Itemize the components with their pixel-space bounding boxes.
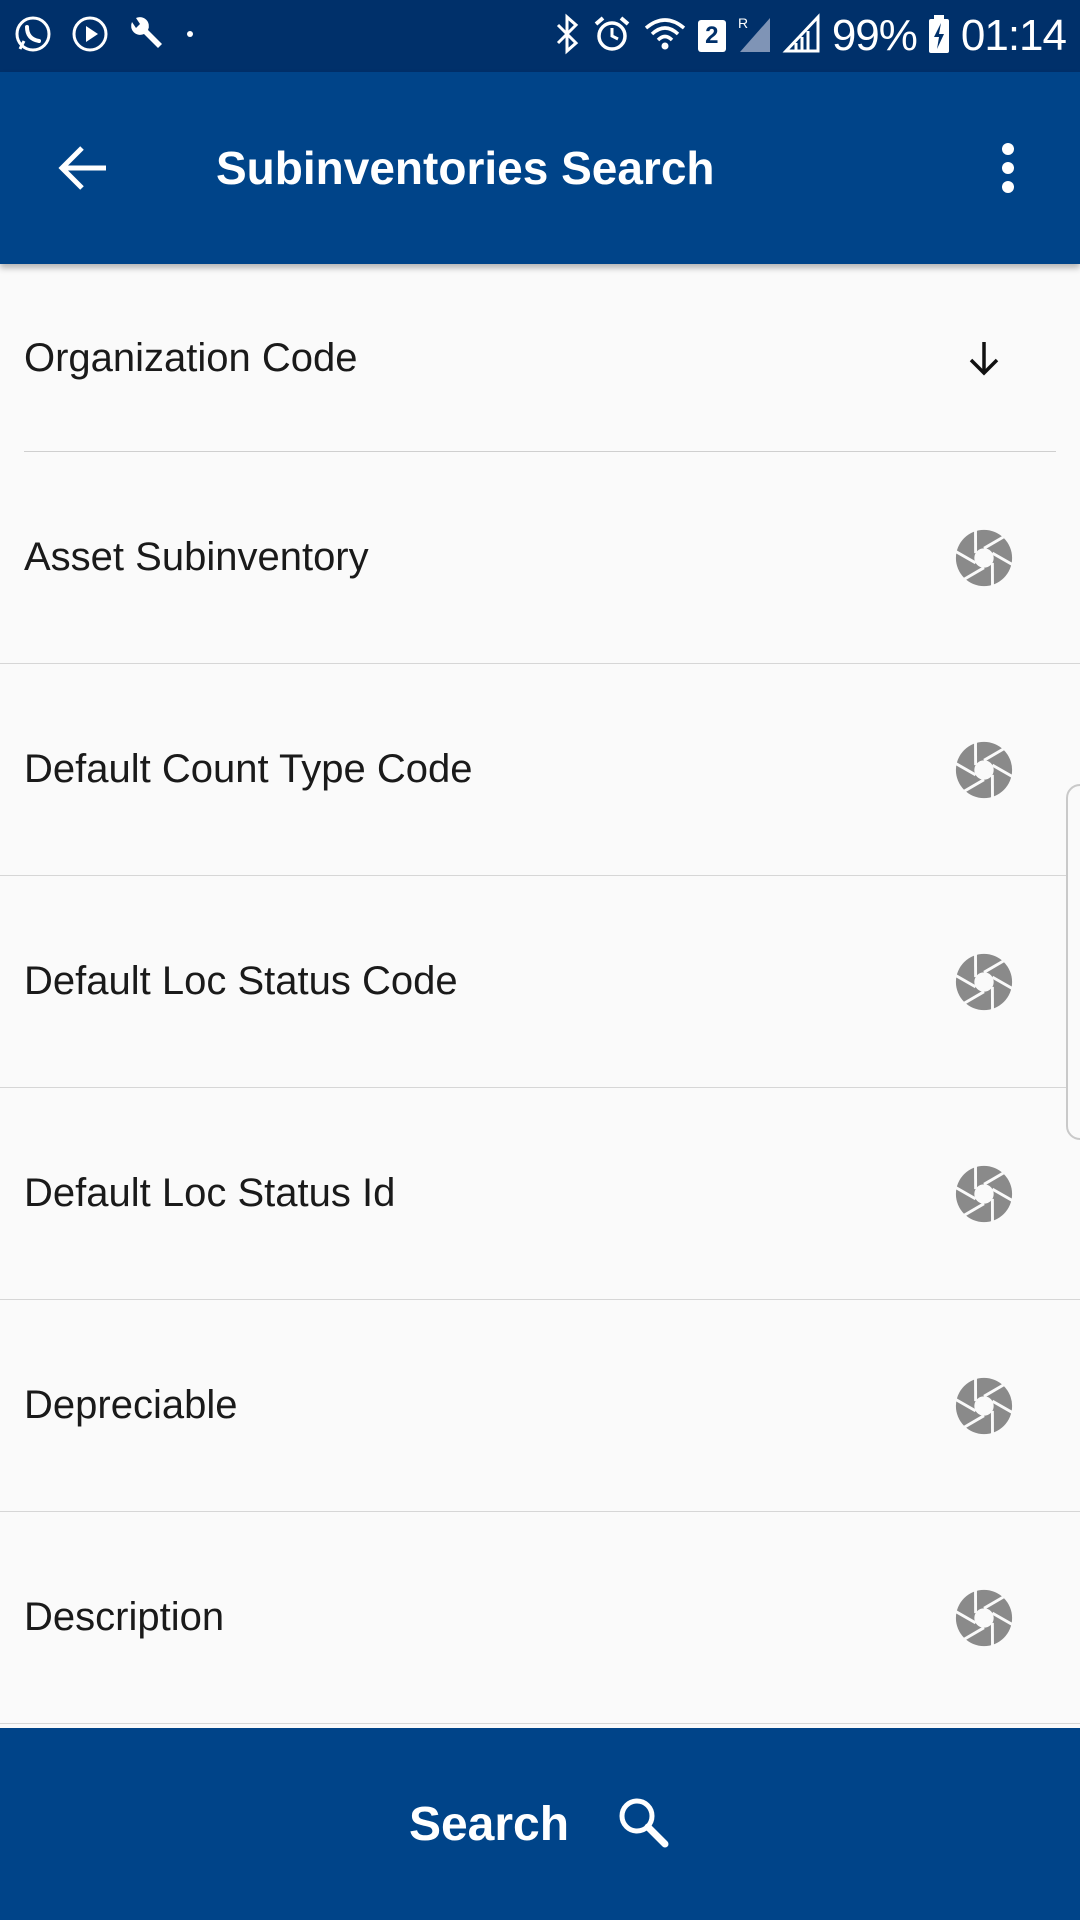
aperture-icon[interactable] xyxy=(952,1374,1016,1438)
battery-charging-icon xyxy=(927,13,951,60)
aperture-icon[interactable] xyxy=(952,1586,1016,1650)
bluetooth-icon xyxy=(554,13,582,60)
signal-r-icon: R xyxy=(736,14,772,59)
arrow-down-icon[interactable] xyxy=(952,326,1016,390)
aperture-icon[interactable] xyxy=(952,1162,1016,1226)
svg-text:R: R xyxy=(738,15,748,31)
clock: 01:14 xyxy=(960,11,1067,60)
field-label: Default Loc Status Code xyxy=(24,959,458,1003)
field-asset-subinventory[interactable]: Asset Subinventory xyxy=(0,452,1080,664)
signal-icon xyxy=(782,12,822,60)
wifi-icon xyxy=(642,14,688,59)
status-bar: 2 R 99% 01:14 xyxy=(0,0,1080,72)
field-description[interactable]: Description xyxy=(0,1512,1080,1724)
aperture-icon[interactable] xyxy=(952,526,1016,590)
scroll-handle[interactable] xyxy=(1066,784,1080,1140)
whatsapp-icon xyxy=(12,13,54,60)
play-icon xyxy=(70,14,110,59)
system-icons: 2 R 99% 01:14 xyxy=(544,11,1067,61)
battery-percent: 99% xyxy=(831,11,918,60)
field-default-loc-status-id[interactable]: Default Loc Status Id xyxy=(0,1088,1080,1300)
field-label: Default Count Type Code xyxy=(24,747,473,791)
arrow-back-icon xyxy=(58,144,110,197)
field-label: Depreciable xyxy=(24,1383,238,1427)
search-field-list: Organization Code Asset Subinventory Def… xyxy=(0,264,1080,1724)
wrench-icon xyxy=(126,14,166,59)
aperture-icon[interactable] xyxy=(952,738,1016,802)
search-button[interactable]: Search xyxy=(0,1728,1080,1920)
more-vert-icon xyxy=(1000,142,1016,199)
field-depreciable[interactable]: Depreciable xyxy=(0,1300,1080,1512)
overflow-menu-button[interactable] xyxy=(980,138,1036,202)
page-title: Subinventories Search xyxy=(216,142,715,194)
field-organization-code[interactable]: Organization Code xyxy=(0,264,1080,452)
search-icon xyxy=(615,1794,671,1855)
sim-badge: 2 xyxy=(697,20,726,52)
notification-icons xyxy=(12,13,214,60)
field-label: Organization Code xyxy=(24,335,358,380)
field-label: Default Loc Status Id xyxy=(24,1171,396,1215)
app-bar: Subinventories Search xyxy=(0,72,1080,264)
aperture-icon[interactable] xyxy=(952,950,1016,1014)
field-label: Description xyxy=(24,1595,225,1639)
back-button[interactable] xyxy=(52,138,116,202)
field-label: Asset Subinventory xyxy=(24,535,369,579)
dot-icon xyxy=(182,26,198,47)
field-default-loc-status-code[interactable]: Default Loc Status Code xyxy=(0,876,1080,1088)
field-default-count-type-code[interactable]: Default Count Type Code xyxy=(0,664,1080,876)
search-button-label: Search xyxy=(408,1797,570,1851)
alarm-icon xyxy=(592,14,632,59)
